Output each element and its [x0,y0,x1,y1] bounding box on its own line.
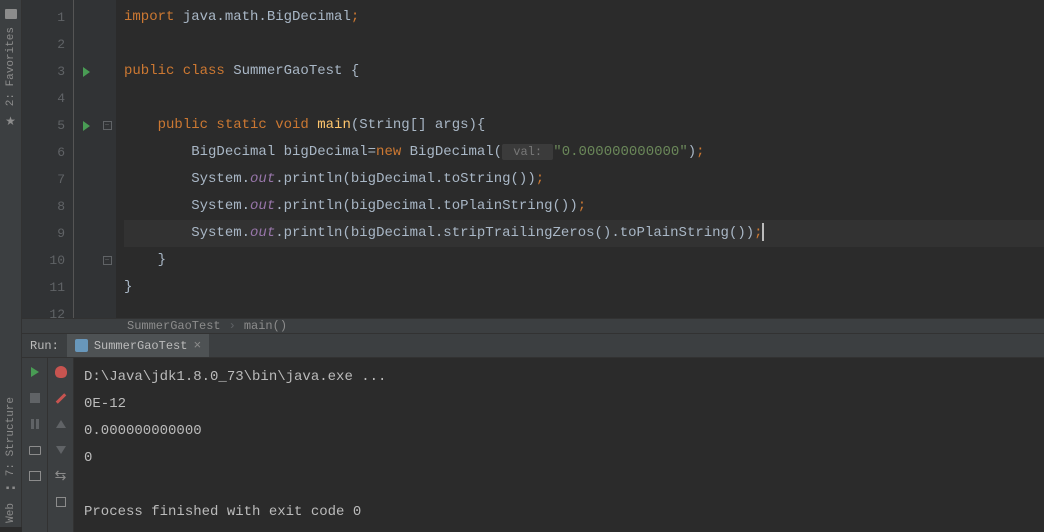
fold-icon[interactable]: − [103,121,112,130]
line-number: 2 [22,31,73,58]
text-cursor [762,223,764,241]
line-number: 3 [22,58,73,85]
code-line[interactable]: } [124,247,1044,274]
line-gutter: 123456789101112 [22,0,74,318]
code-editor[interactable]: 123456789101112 −− import java.math.BigD… [22,0,1044,318]
code-line[interactable]: BigDecimal bigDecimal=new BigDecimal( va… [124,139,1044,166]
code-line[interactable] [124,301,1044,328]
console-line: 0E-12 [84,391,1034,418]
run-line-icon[interactable] [83,67,90,77]
run-toolbar-left [22,358,48,532]
layout-icon[interactable] [27,468,43,484]
close-icon[interactable]: × [193,338,201,353]
line-number: 1 [22,4,73,31]
run-line-icon[interactable] [83,121,90,131]
left-tool-sidebar: 2: Favorites ★ 7: Structure ▪▪ Web [0,0,22,527]
console-line: 0 [84,445,1034,472]
code-line[interactable]: System.out.println(bigDecimal.toString()… [124,166,1044,193]
run-panel: Run: SummerGaoTest × [22,334,1044,532]
run-tab[interactable]: SummerGaoTest × [67,334,209,357]
code-line[interactable]: public class SummerGaoTest { [124,58,1044,85]
run-toolbar-right: ⇆ [48,358,74,532]
app-icon [75,339,88,352]
code-line[interactable]: import java.math.BigDecimal; [124,4,1044,31]
console-line [84,472,1034,499]
code-line[interactable]: System.out.println(bigDecimal.toPlainStr… [124,193,1044,220]
line-number: 9 [22,220,73,247]
code-line[interactable]: } [124,274,1044,301]
download-icon[interactable] [53,494,69,510]
run-header: Run: SummerGaoTest × [22,334,1044,358]
pause-button[interactable] [27,416,43,432]
arrow-down-icon[interactable] [53,442,69,458]
edit-icon[interactable] [53,390,69,406]
web-tab[interactable]: Web [5,503,17,523]
code-line[interactable]: System.out.println(bigDecimal.stripTrail… [124,220,1044,247]
fold-icon[interactable]: − [103,256,112,265]
run-button[interactable] [27,364,43,380]
code-line[interactable] [124,85,1044,112]
code-content[interactable]: import java.math.BigDecimal; public class… [116,0,1044,318]
line-number: 8 [22,193,73,220]
run-tab-name: SummerGaoTest [94,339,188,353]
line-number: 10 [22,247,73,274]
line-number: 4 [22,85,73,112]
debug-icon[interactable] [53,364,69,380]
console-line: 0.000000000000 [84,418,1034,445]
line-number: 7 [22,166,73,193]
wrap-icon[interactable]: ⇆ [53,468,69,484]
code-line[interactable]: public static void main(String[] args){ [124,112,1044,139]
line-number: 6 [22,139,73,166]
line-number: 11 [22,274,73,301]
project-icon[interactable] [5,9,17,19]
line-number: 12 [22,301,73,328]
camera-icon[interactable] [27,442,43,458]
favorites-tab[interactable]: 2: Favorites [5,27,17,106]
console-line: D:\Java\jdk1.8.0_73\bin\java.exe ... [84,364,1034,391]
console-line: Process finished with exit code 0 [84,499,1034,526]
run-label: Run: [22,339,67,353]
star-icon: ★ [5,114,16,129]
structure-tab[interactable]: 7: Structure [5,397,17,476]
stop-button[interactable] [27,390,43,406]
code-line[interactable] [124,31,1044,58]
fold-column: −− [98,0,116,318]
line-number: 5 [22,112,73,139]
structure-icon: ▪▪ [4,484,16,495]
console-output[interactable]: D:\Java\jdk1.8.0_73\bin\java.exe ...0E-1… [74,358,1044,532]
arrow-up-icon[interactable] [53,416,69,432]
gutter-icons [74,0,98,318]
